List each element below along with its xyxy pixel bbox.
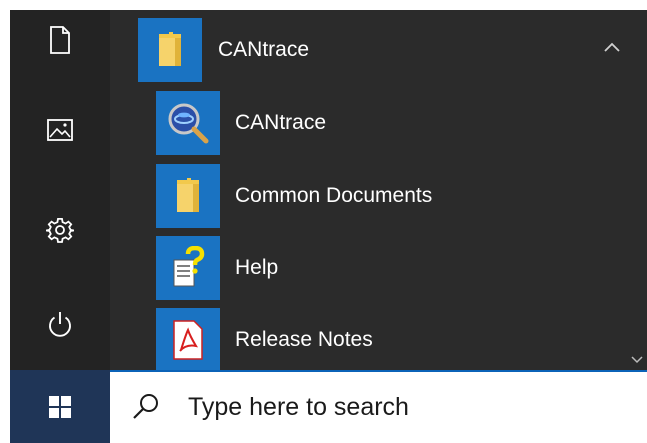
power-icon [49,312,71,337]
pdf-icon [173,320,203,360]
group-label: CANtrace [218,38,310,61]
start-menu: CANtrace CANtrace Common Documents Help … [10,10,647,370]
app-label: Common Documents [235,184,433,207]
app-tile [156,236,220,300]
gear-icon [46,218,74,243]
start-button[interactable] [10,370,110,443]
search-icon [133,394,158,419]
app-item-release-notes[interactable]: Release Notes [156,308,616,370]
chevron-up-icon[interactable] [604,42,620,52]
document-icon [50,26,70,54]
app-label: CANtrace [235,111,327,134]
app-tile [156,308,220,370]
app-label: Help [235,256,279,279]
cantrace-app-icon [168,103,209,144]
power-button[interactable] [36,300,84,348]
documents-button[interactable] [36,16,84,64]
search-input[interactable]: Type here to search [188,372,409,443]
pictures-button[interactable] [36,106,84,154]
app-item-cantrace[interactable]: CANtrace [156,91,616,155]
app-item-help[interactable]: Help [156,236,616,300]
app-tile [156,164,220,228]
pictures-icon [47,119,73,141]
folder-icon [159,32,181,66]
taskbar: Type here to search [10,370,647,443]
app-group-cantrace[interactable]: CANtrace [138,18,628,82]
group-tile [138,18,202,82]
start-menu-rail [10,10,110,370]
app-label: Release Notes [235,328,373,351]
search-box[interactable]: Type here to search [110,370,647,443]
chevron-down-icon[interactable] [631,356,643,364]
help-file-icon [173,246,205,287]
app-item-common-documents[interactable]: Common Documents [156,164,616,228]
folder-icon [177,178,199,212]
windows-logo-icon [49,395,71,418]
settings-button[interactable] [36,206,84,254]
app-tile [156,91,220,155]
